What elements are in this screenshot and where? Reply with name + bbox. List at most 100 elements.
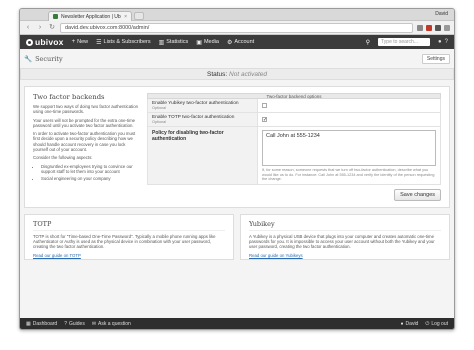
- totp-text: TOTP is short for "Time-based One-Time P…: [33, 234, 216, 250]
- menu-item-label: Statistics: [166, 39, 189, 45]
- policy-label: Policy for disabling two-factor authenti…: [148, 127, 258, 184]
- list-item: Social engineering on your company: [41, 176, 139, 181]
- option-value: ✓: [258, 113, 440, 126]
- info-cards: TOTP TOTP is short for "Time-based One-T…: [24, 214, 450, 260]
- list-item: Disgruntled ex-employees trying to convi…: [41, 164, 139, 175]
- browser-tab-strip: Newsletter Application | Ubi... × David: [20, 9, 454, 21]
- address-bar[interactable]: david.dev.ubivox.com:8000/admin/: [60, 22, 413, 33]
- plus-icon: +: [71, 39, 76, 45]
- tab-title: Newsletter Application | Ubi...: [61, 13, 122, 20]
- description-paragraph: Your users will not be prompted for the …: [33, 117, 136, 128]
- help-icon[interactable]: ?: [445, 39, 448, 45]
- status-bar: Status: Not activated: [20, 68, 454, 80]
- totp-guide-link[interactable]: Read our guide on TOTP: [33, 253, 225, 258]
- tab-settings[interactable]: Settings: [421, 54, 450, 64]
- menu-item-lists-subscribers[interactable]: ☰ Lists & Subscribers: [96, 39, 150, 46]
- save-wrap: Save changes: [147, 189, 441, 201]
- description-paragraph: In order to activate two-factor authenti…: [33, 131, 136, 153]
- status-value: Not activated: [229, 71, 267, 78]
- tab-close-icon[interactable]: ×: [124, 14, 127, 20]
- menu-icon[interactable]: [444, 24, 450, 31]
- yubikey-text: A Yubikey is a physical USB device that …: [249, 234, 435, 250]
- menu-item-media[interactable]: ▣ Media: [196, 39, 219, 46]
- browser-window: Newsletter Application | Ubi... × David …: [19, 8, 455, 330]
- option-label: Enable Yubikey two-factor authentication…: [148, 99, 258, 112]
- policy-value: Call John at 555-1234 If, for some reaso…: [258, 127, 440, 184]
- footer-logout-label: Log out: [431, 320, 448, 327]
- footer-logout[interactable]: ⏻ Log out: [425, 321, 448, 327]
- option-row-yubikey: Enable Yubikey two-factor authentication…: [147, 99, 441, 113]
- option-label: Enable TOTP two-factor authentication Op…: [148, 113, 258, 126]
- search-icon: ⚲: [365, 39, 371, 46]
- yubikey-heading: Yubikey: [249, 220, 441, 231]
- option-row-totp: Enable TOTP two-factor authentication Op…: [147, 113, 441, 127]
- footer-user-name: David: [405, 320, 419, 327]
- extension-icons: [417, 24, 450, 31]
- page-title-text: Security: [35, 55, 63, 63]
- main-content: 🔧 Security Settings Status: Not activate…: [20, 50, 454, 318]
- yubikey-checkbox[interactable]: [262, 103, 267, 108]
- yubikey-guide-link[interactable]: Read our guide on Yubikeys: [249, 253, 441, 258]
- description-paragraph: Consider the following aspects:: [33, 155, 93, 161]
- footer-ask-question[interactable]: ✉ Ask a question: [92, 321, 131, 327]
- forward-icon[interactable]: ›: [36, 24, 44, 32]
- back-icon[interactable]: ‹: [24, 24, 32, 32]
- search-input[interactable]: Type to search...: [378, 38, 431, 46]
- app-header: ubivox + New ☰ Lists & Subscribers ▥ Sta…: [20, 35, 454, 49]
- gear-icon: ⚙: [226, 39, 233, 46]
- menu-item-label: Account: [234, 39, 255, 45]
- policy-help-text: If, for some reason, someone requests th…: [262, 168, 435, 182]
- footer: ▦ Dashboard ? Guides ✉ Ask a question ● …: [20, 318, 454, 329]
- menu-item-statistics[interactable]: ▥ Statistics: [159, 39, 189, 46]
- footer-label: Guides: [68, 320, 85, 327]
- profile-name[interactable]: David: [435, 11, 448, 17]
- logo[interactable]: ubivox: [26, 37, 64, 47]
- dashboard-icon: ▦: [26, 320, 31, 327]
- wrench-icon: 🔧: [24, 55, 33, 63]
- footer-user[interactable]: ● David: [401, 321, 419, 327]
- policy-row: Policy for disabling two-factor authenti…: [147, 127, 441, 185]
- question-icon: ?: [64, 320, 67, 327]
- menu-item-label: Lists & Subscribers: [103, 39, 151, 45]
- page-title: 🔧 Security: [24, 55, 63, 63]
- save-button[interactable]: Save changes: [394, 189, 441, 201]
- logo-text: ubivox: [35, 37, 64, 47]
- browser-toolbar: ‹ › ↻ david.dev.ubivox.com:8000/admin/: [20, 21, 454, 35]
- description-paragraph: We support two ways of doing two factor …: [33, 104, 139, 115]
- extension-icon[interactable]: [417, 24, 423, 31]
- two-factor-options: Two-factor backend options Enable Yubike…: [147, 93, 441, 201]
- yubikey-card: Yubikey A Yubikey is a physical USB devi…: [240, 214, 450, 260]
- extension-icon[interactable]: [426, 24, 432, 31]
- extension-icon[interactable]: [435, 24, 441, 31]
- logout-icon: ⏻: [425, 320, 430, 327]
- new-tab-button[interactable]: [134, 12, 144, 20]
- envelope-icon: ✉: [91, 320, 97, 327]
- favicon-icon: [53, 14, 58, 19]
- footer-label: Dashboard: [32, 320, 58, 327]
- user-icon[interactable]: ●: [438, 39, 442, 45]
- totp-card: TOTP TOTP is short for "Time-based One-T…: [24, 214, 234, 260]
- menu-item-account[interactable]: ⚙ Account: [227, 39, 254, 46]
- menu-item-label: Media: [203, 39, 219, 45]
- option-value: [258, 99, 440, 112]
- two-factor-description: Two factor backends We support two ways …: [33, 93, 139, 201]
- totp-heading: TOTP: [33, 220, 225, 231]
- option-title: Enable Yubikey two-factor authentication: [152, 101, 239, 106]
- logo-icon: [26, 38, 33, 46]
- footer-guides[interactable]: ? Guides: [64, 321, 85, 327]
- reload-icon[interactable]: ↻: [48, 24, 56, 32]
- bar-chart-icon: ▥: [158, 39, 165, 46]
- page-head: 🔧 Security Settings: [24, 54, 450, 64]
- footer-label: Ask a question: [98, 320, 131, 327]
- option-subtitle: Optional: [152, 120, 167, 124]
- totp-checkbox[interactable]: ✓: [262, 117, 267, 123]
- two-factor-card: Two factor backends We support two ways …: [24, 86, 450, 208]
- image-icon: ▣: [196, 39, 202, 46]
- two-factor-heading: Two factor backends: [33, 93, 105, 101]
- footer-dashboard[interactable]: ▦ Dashboard: [26, 321, 57, 327]
- user-icon: ●: [400, 320, 404, 327]
- browser-tab[interactable]: Newsletter Application | Ubi... ×: [48, 11, 132, 21]
- policy-textarea[interactable]: Call John at 555-1234: [262, 130, 436, 166]
- status-label: Status:: [207, 71, 228, 78]
- menu-item-new[interactable]: + New: [72, 39, 89, 45]
